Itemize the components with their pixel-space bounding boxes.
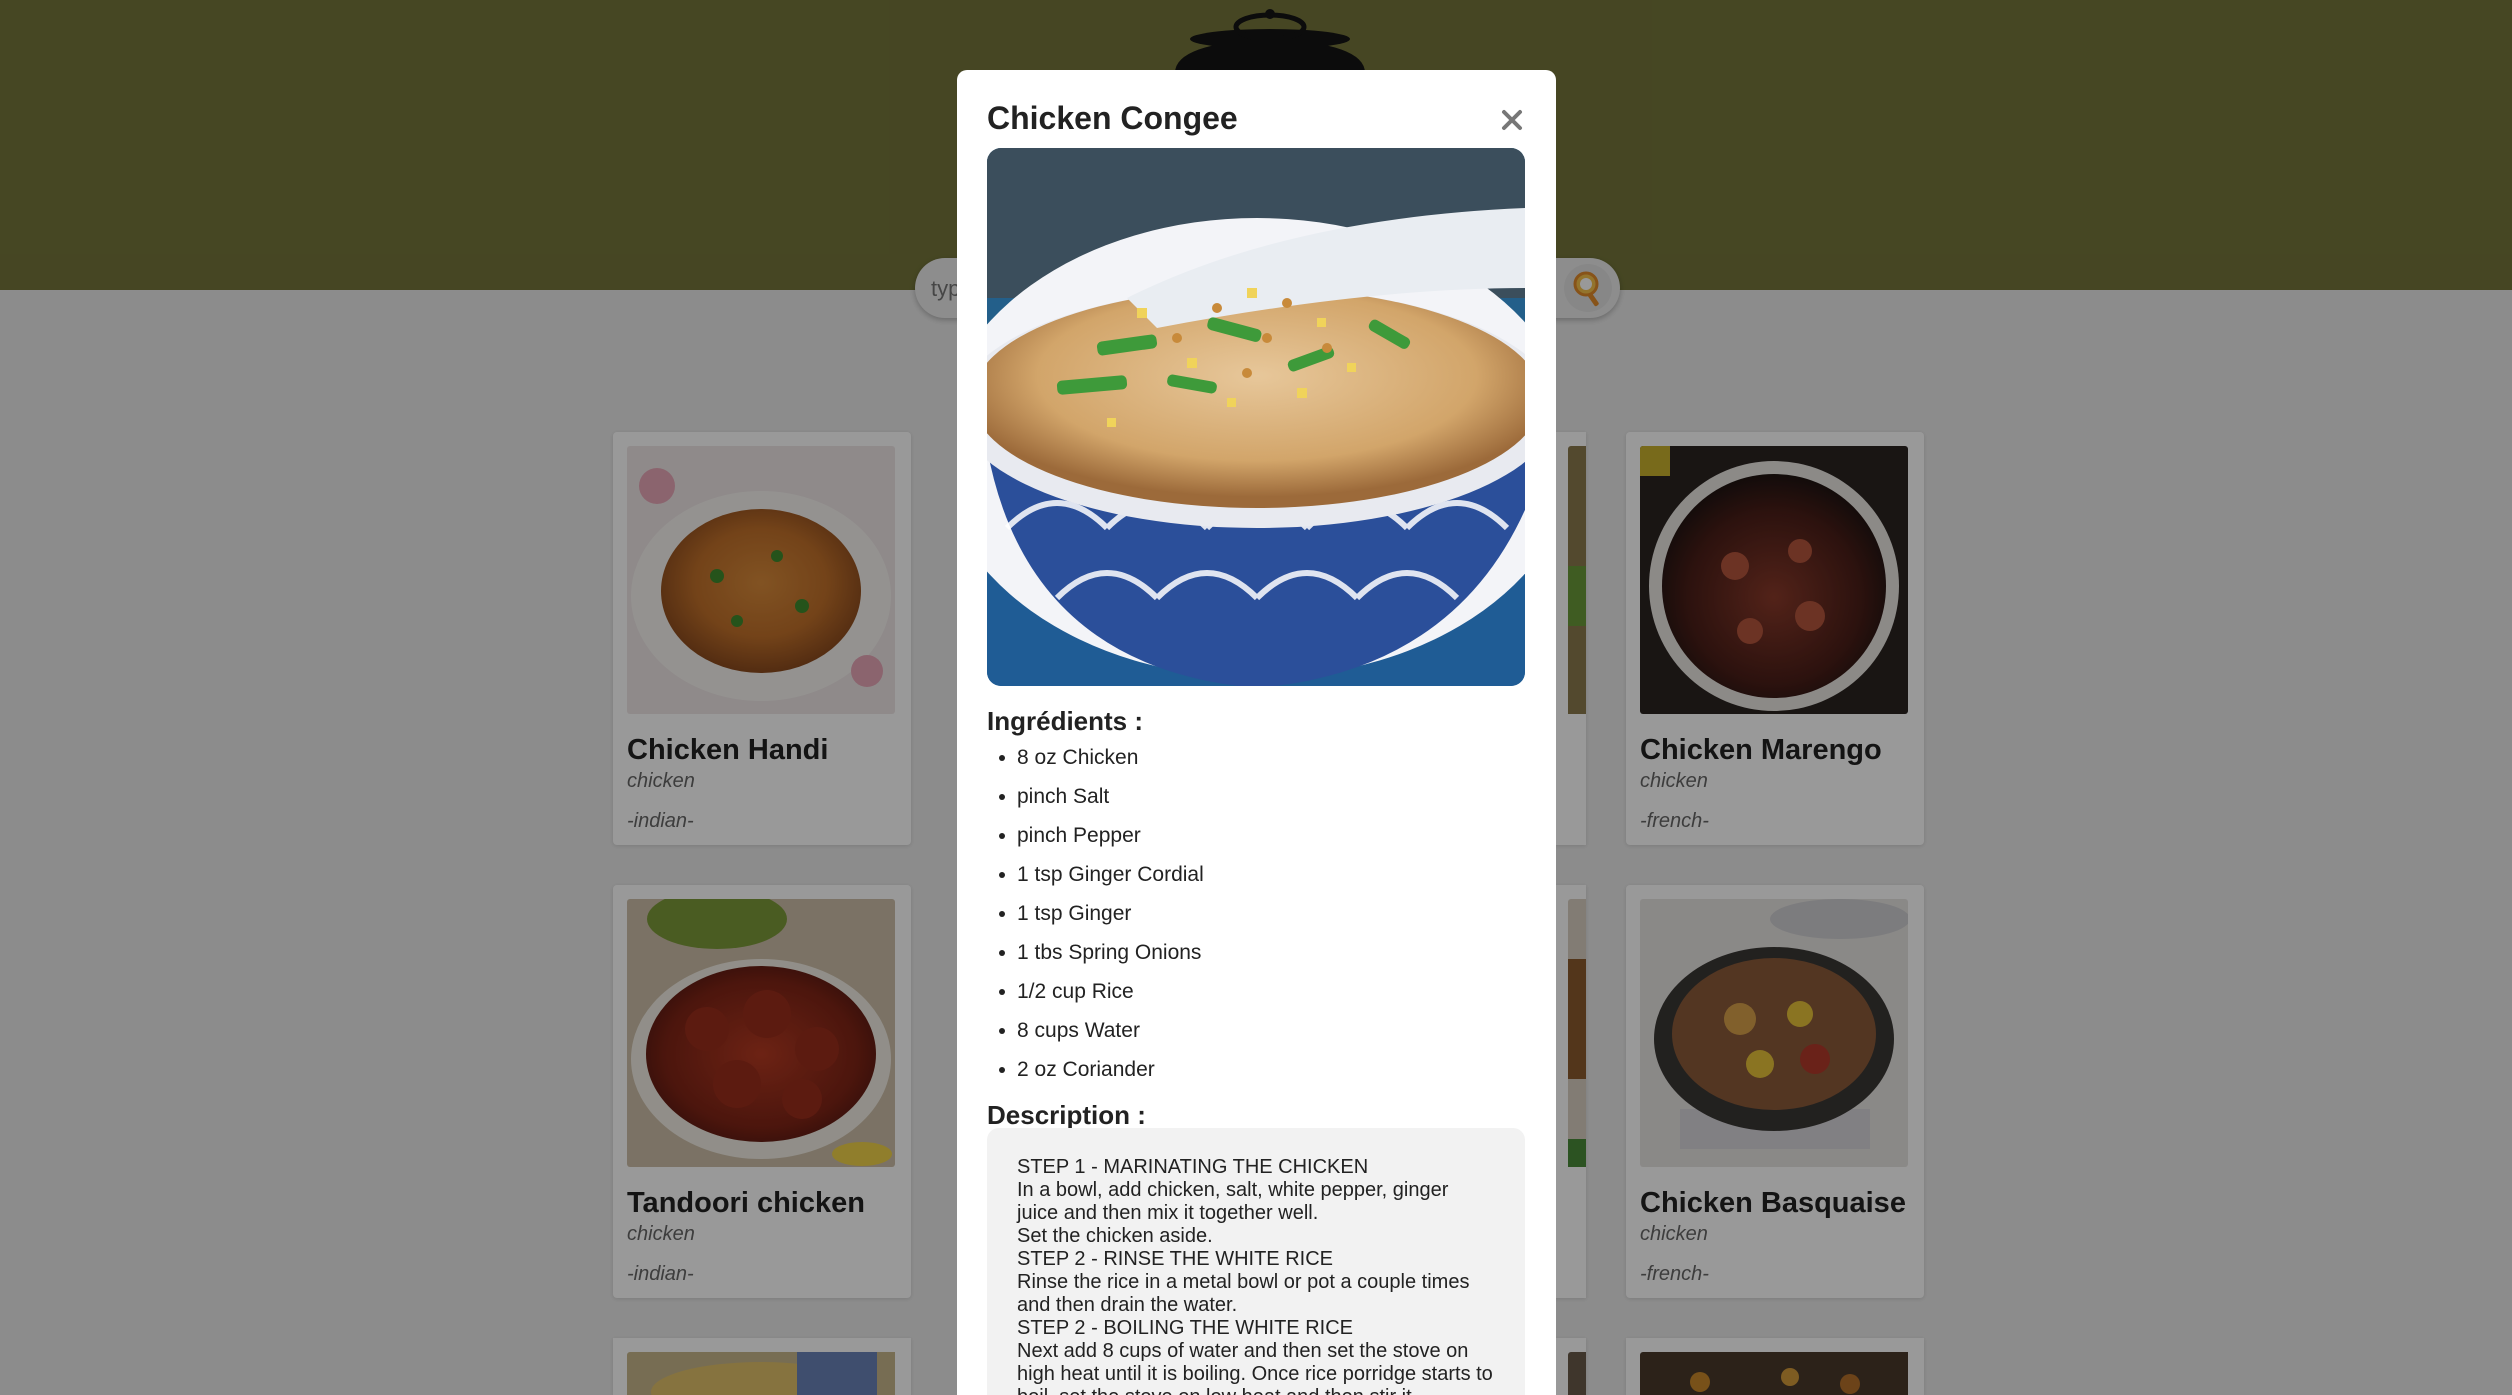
close-icon — [1502, 110, 1522, 130]
description-heading: Description : — [987, 1100, 1146, 1130]
ingredient-item: 1 tsp Ginger — [987, 894, 1204, 933]
ingredients-heading: Ingrédients : — [987, 706, 1144, 736]
description-text: STEP 1 - MARINATING THE CHICKEN In a bow… — [1017, 1156, 1493, 1395]
ingredient-item: 1 tbs Spring Onions — [987, 933, 1204, 972]
description-box: STEP 1 - MARINATING THE CHICKEN In a bow… — [987, 1128, 1525, 1395]
recipe-modal: Chicken Congee Ingrédients: 8 oz Chicke… — [957, 70, 1556, 1395]
close-button[interactable] — [1498, 106, 1526, 134]
ingredient-item: 8 oz Chicken — [987, 738, 1204, 777]
modal-title: Chicken Congee — [987, 100, 1238, 136]
ingredient-item: 8 cups Water — [987, 1011, 1204, 1050]
ingredients-list: 8 oz Chicken pinch Salt pinch Pepper 1 t… — [987, 738, 1204, 1089]
ingredient-item: 1 tsp Ginger Cordial — [987, 855, 1204, 894]
ingredient-item: pinch Pepper — [987, 816, 1204, 855]
ingredient-item: 1/2 cup Rice — [987, 972, 1204, 1011]
ingredient-item: pinch Salt — [987, 777, 1204, 816]
ingredient-item: 2 oz Coriander — [987, 1050, 1204, 1089]
recipe-image — [987, 148, 1525, 686]
